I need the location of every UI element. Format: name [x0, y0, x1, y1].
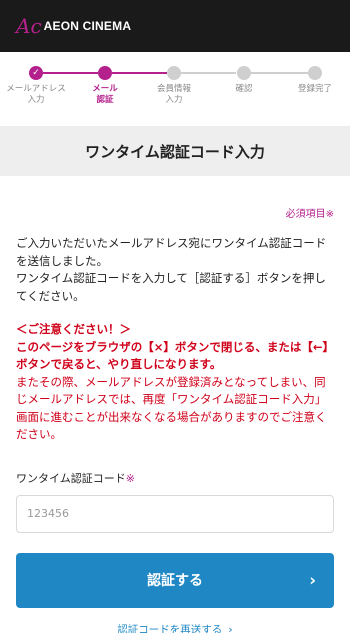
description-text: ご入力いただいたメールアドレス宛にワンタイム認証コードを送信しました。 ワンタイ… [16, 236, 327, 303]
step-label: 登録完了 [297, 84, 332, 94]
logo-text: AEON CINEMA [43, 19, 132, 33]
resend-code-label: 認証コードを再送する [117, 623, 223, 633]
step-dot: ✓ [29, 66, 43, 80]
app-header: Ac AEON CINEMA [0, 0, 350, 52]
main-content: 必須項目※ ご入力いただいたメールアドレス宛にワンタイム認証コードを送信しました… [0, 205, 350, 633]
step-member-info: 会員情報 入力 [139, 66, 209, 106]
step-dot [308, 66, 322, 80]
required-note: 必須項目※ [285, 209, 334, 220]
chevron-right-icon: › [228, 622, 233, 633]
step-label: メール 認証 [92, 84, 118, 105]
warning-body: またその際、メールアドレスが登録済みとなってしまい、同じメールアドレスでは、再度… [16, 374, 327, 442]
progress-stepper: ✓ メールアドレス 入力 メール 認証 会員情報 入力 確認 登録完了 [0, 52, 350, 126]
logo-mark: Ac [16, 14, 42, 38]
page-title: ワンタイム認証コード入力 [0, 126, 350, 176]
resend-code-link[interactable]: 認証コードを再送する › [16, 622, 334, 633]
authenticate-button-label: 認証する [147, 573, 203, 589]
required-asterisk: ※ [125, 471, 135, 485]
step-label: メールアドレス 入力 [6, 84, 66, 105]
one-time-code-input[interactable] [16, 494, 334, 533]
step-confirm: 確認 [209, 66, 279, 95]
step-dot [167, 66, 181, 80]
step-label: 会員情報 入力 [156, 84, 191, 105]
warning-block: ＜ご注意ください！＞ このページをブラウザの【×】ボタンで閉じる、または【←】ボ… [16, 321, 334, 444]
chevron-right-icon: › [309, 570, 316, 590]
code-field-label-text: ワンタイム認証コード [16, 471, 126, 485]
authenticate-button[interactable]: 認証する › [16, 552, 334, 608]
step-complete: 登録完了 [280, 66, 350, 95]
step-dot [98, 66, 112, 80]
step-email-auth: メール 認証 [70, 66, 140, 106]
step-dot [237, 66, 251, 80]
step-label: 確認 [235, 84, 253, 94]
code-field-label: ワンタイム認証コード※ [16, 470, 334, 486]
step-email-input: ✓ メールアドレス 入力 [1, 66, 71, 106]
aeon-cinema-logo[interactable]: Ac AEON CINEMA [16, 16, 131, 36]
warning-heading: ＜ご注意ください！＞ [16, 322, 131, 336]
warning-bold-text: このページをブラウザの【×】ボタンで閉じる、または【←】ボタンで戻ると、やり直し… [16, 339, 329, 372]
check-icon: ✓ [32, 67, 40, 78]
